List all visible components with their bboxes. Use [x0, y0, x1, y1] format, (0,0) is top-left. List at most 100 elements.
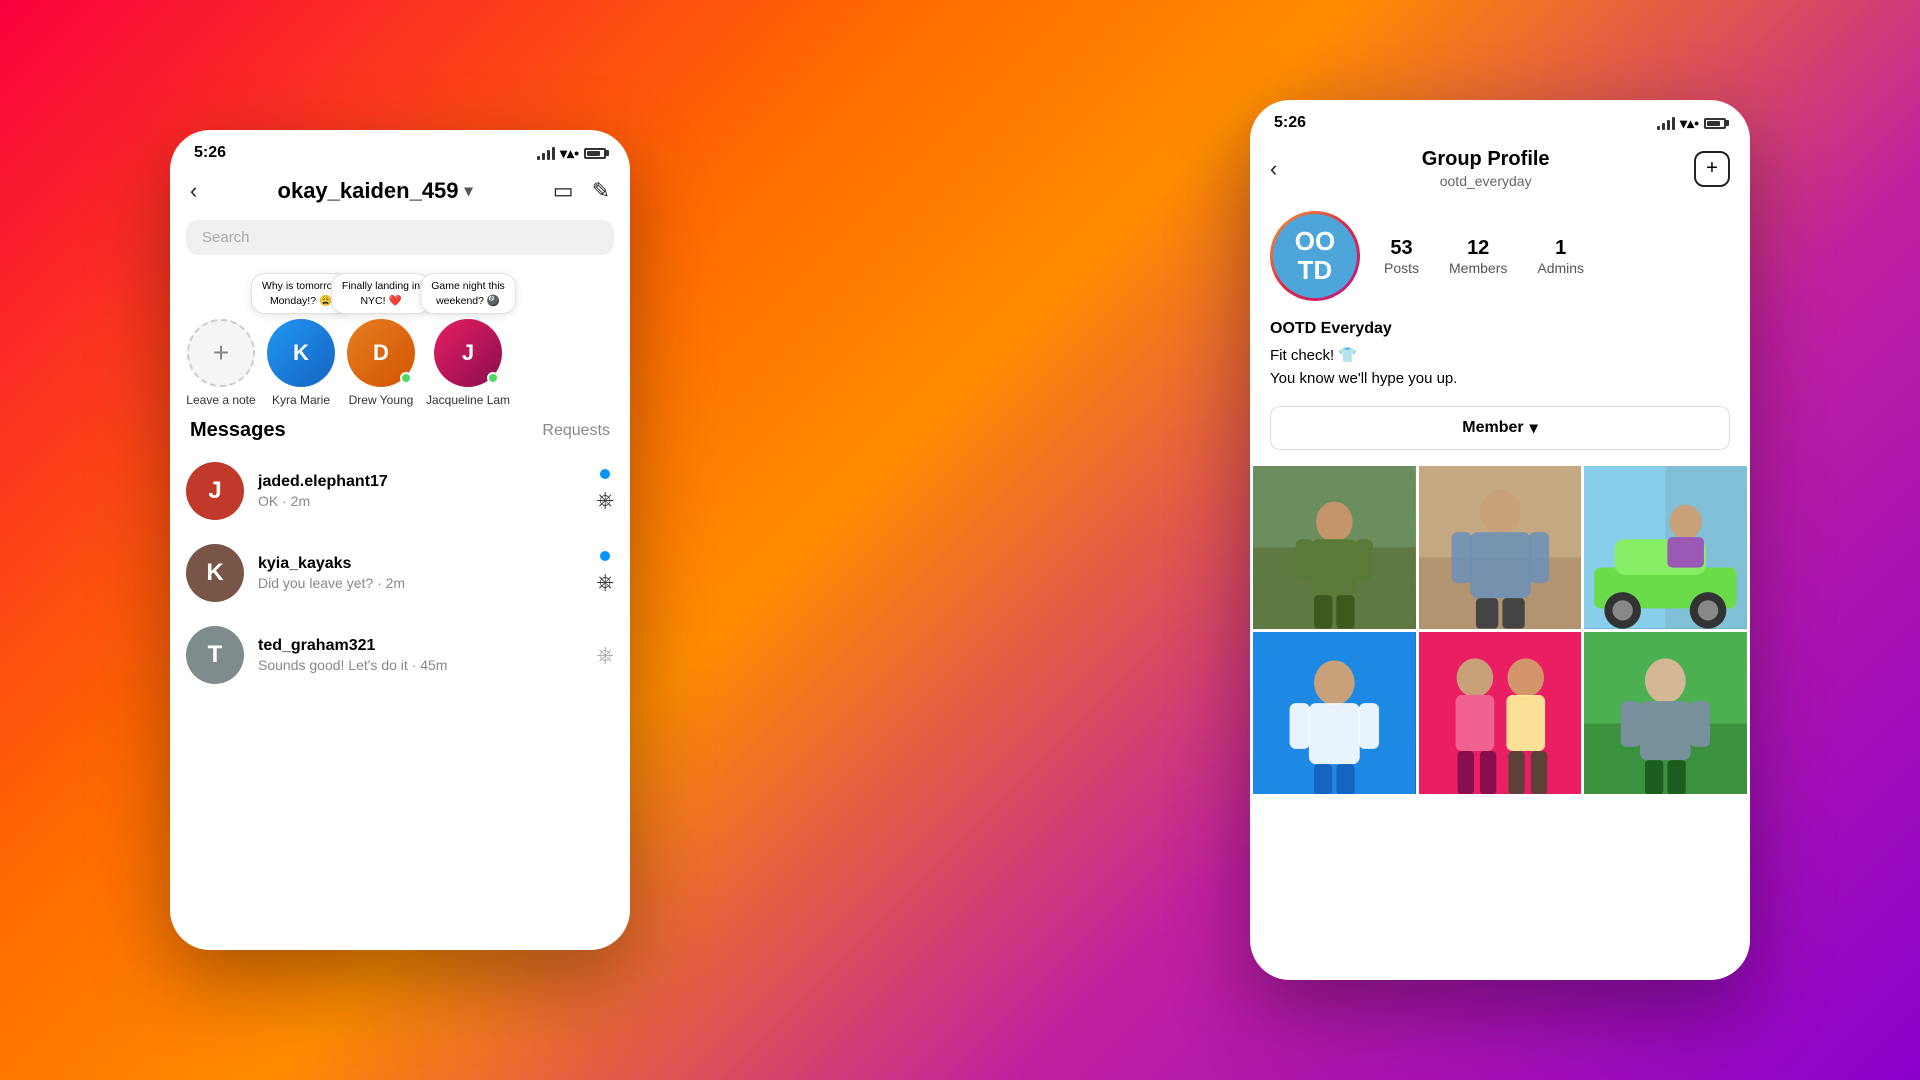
online-indicator-jacqueline: [487, 372, 499, 384]
posts-label: Posts: [1384, 260, 1419, 276]
requests-label[interactable]: Requests: [542, 422, 610, 440]
group-avatar: OOTD: [1270, 211, 1360, 301]
message-list: J jaded.elephant17 OK · 2m ⎈ K kyia_kaya…: [170, 450, 630, 696]
time-left: 5:26: [194, 144, 226, 162]
username-ted: ted_graham321: [258, 637, 582, 655]
photo-cell-2[interactable]: [1419, 466, 1582, 629]
chevron-down-icon: ▾: [465, 181, 473, 201]
group-stats: 53 Posts 12 Members 1 Admins: [1384, 237, 1584, 276]
photo-cell-1[interactable]: [1253, 466, 1416, 629]
group-avatar-initials: OOTD: [1273, 214, 1357, 298]
battery-icon-right: [1704, 118, 1726, 129]
note-item-drew[interactable]: Finally landing inNYC! ❤️ D Drew Young: [346, 319, 416, 407]
photo-cell-3[interactable]: [1584, 466, 1747, 629]
back-button[interactable]: ‹: [190, 178, 197, 204]
message-right-ted: ⎈: [596, 642, 614, 668]
preview-kyia: Did you leave yet? · 2m: [258, 575, 582, 591]
note-item-kyra[interactable]: Why is tomorrowMonday!? 😩 K Kyra Marie: [266, 319, 336, 407]
chevron-down-icon: ▾: [1530, 418, 1538, 438]
photo-cell-5[interactable]: [1419, 632, 1582, 795]
avatar-ted: T: [186, 626, 244, 684]
message-item[interactable]: J jaded.elephant17 OK · 2m ⎈: [186, 450, 614, 532]
preview-jaded: OK · 2m: [258, 493, 582, 509]
note-item-add[interactable]: + Leave a note: [186, 319, 256, 407]
time-right: 5:26: [1274, 114, 1306, 132]
group-subtitle: ootd_everyday: [1422, 173, 1550, 189]
plus-icon: +: [1706, 157, 1718, 180]
username-jaded: jaded.elephant17: [258, 473, 582, 491]
signal-icon-right: [1657, 117, 1675, 130]
stat-admins: 1 Admins: [1537, 237, 1584, 276]
preview-ted: Sounds good! Let's do it · 45m: [258, 657, 582, 673]
group-bio: OOTD Everyday Fit check! 👕 You know we'l…: [1250, 317, 1750, 402]
camera-icon[interactable]: ⎈: [596, 642, 614, 668]
search-placeholder: Search: [202, 229, 250, 246]
admins-label: Admins: [1537, 260, 1584, 276]
group-name: OOTD Everyday: [1270, 317, 1730, 341]
nav-right-icons: ▭ ✎: [553, 178, 610, 204]
nav-header: ‹ okay_kaiden_459 ▾ ▭ ✎: [170, 170, 630, 216]
message-content-ted: ted_graham321 Sounds good! Let's do it ·…: [258, 637, 582, 673]
unread-indicator: [600, 469, 610, 479]
wifi-icon: ▾▴•: [560, 145, 579, 162]
members-label: Members: [1449, 260, 1507, 276]
group-title-area: Group Profile ootd_everyday: [1422, 148, 1550, 189]
edit-icon[interactable]: ✎: [592, 178, 610, 204]
username-kyia: kyia_kayaks: [258, 555, 582, 573]
messages-title: Messages: [190, 419, 286, 442]
message-right-jaded: ⎈: [596, 469, 614, 513]
status-icons-right: ▾▴•: [1657, 115, 1726, 132]
note-name-drew: Drew Young: [349, 393, 414, 407]
avatar-kyia: K: [186, 544, 244, 602]
video-call-icon[interactable]: ▭: [553, 178, 574, 204]
message-right-kyia: ⎈: [596, 551, 614, 595]
right-phone: 5:26 ▾▴• ‹ Group Profile ootd_everyday +: [1250, 100, 1750, 980]
camera-icon[interactable]: ⎈: [596, 487, 614, 513]
online-indicator-drew: [400, 372, 412, 384]
add-note-avatar[interactable]: +: [187, 319, 255, 387]
avatar-jaded: J: [186, 462, 244, 520]
message-content-jaded: jaded.elephant17 OK · 2m: [258, 473, 582, 509]
camera-icon[interactable]: ⎈: [596, 569, 614, 595]
member-button[interactable]: Member ▾: [1270, 406, 1730, 450]
bio-line1: Fit check! 👕: [1270, 345, 1730, 368]
wifi-icon-right: ▾▴•: [1680, 115, 1699, 132]
photo-cell-4[interactable]: [1253, 632, 1416, 795]
message-item[interactable]: T ted_graham321 Sounds good! Let's do it…: [186, 614, 614, 696]
posts-count: 53: [1384, 237, 1419, 260]
message-item[interactable]: K kyia_kayaks Did you leave yet? · 2m ⎈: [186, 532, 614, 614]
note-avatar-kyra: K: [267, 319, 335, 387]
photo-cell-6[interactable]: [1584, 632, 1747, 795]
leave-note-label: Leave a note: [186, 393, 255, 407]
add-member-button[interactable]: +: [1694, 151, 1730, 187]
left-phone: 5:26 ▾▴• ‹ okay_kaiden_459 ▾ ▭ ✎ Search: [170, 130, 630, 950]
members-count: 12: [1449, 237, 1507, 260]
group-profile-title: Group Profile: [1422, 148, 1550, 171]
group-profile-section: OOTD 53 Posts 12 Members 1 Admins: [1250, 195, 1750, 317]
member-label: Member: [1462, 419, 1523, 437]
battery-icon: [584, 148, 606, 159]
unread-indicator: [600, 551, 610, 561]
note-item-jacqueline[interactable]: Game night thisweekend? 🎱 J Jacqueline L…: [426, 319, 510, 407]
photo-grid: [1250, 466, 1750, 794]
nav-title[interactable]: okay_kaiden_459 ▾: [278, 178, 473, 204]
group-header: ‹ Group Profile ootd_everyday +: [1250, 140, 1750, 195]
username-title: okay_kaiden_459: [278, 178, 459, 204]
back-button-right[interactable]: ‹: [1270, 156, 1277, 182]
note-name-jacqueline: Jacqueline Lam: [426, 393, 510, 407]
status-bar-right: 5:26 ▾▴•: [1250, 100, 1750, 140]
bio-line2: You know we'll hype you up.: [1270, 368, 1730, 391]
notes-row: + Leave a note Why is tomorrowMonday!? 😩…: [186, 279, 614, 415]
status-icons-left: ▾▴•: [537, 145, 606, 162]
status-bar-left: 5:26 ▾▴•: [170, 130, 630, 170]
note-bubble-jacqueline: Game night thisweekend? 🎱: [420, 273, 516, 314]
note-name-kyra: Kyra Marie: [272, 393, 330, 407]
stat-members: 12 Members: [1449, 237, 1507, 276]
stat-posts: 53 Posts: [1384, 237, 1419, 276]
admins-count: 1: [1537, 237, 1584, 260]
note-bubble-drew: Finally landing inNYC! ❤️: [331, 273, 431, 314]
messages-header: Messages Requests: [170, 415, 630, 450]
signal-icon: [537, 147, 555, 160]
search-bar[interactable]: Search: [186, 220, 614, 255]
message-content-kyia: kyia_kayaks Did you leave yet? · 2m: [258, 555, 582, 591]
